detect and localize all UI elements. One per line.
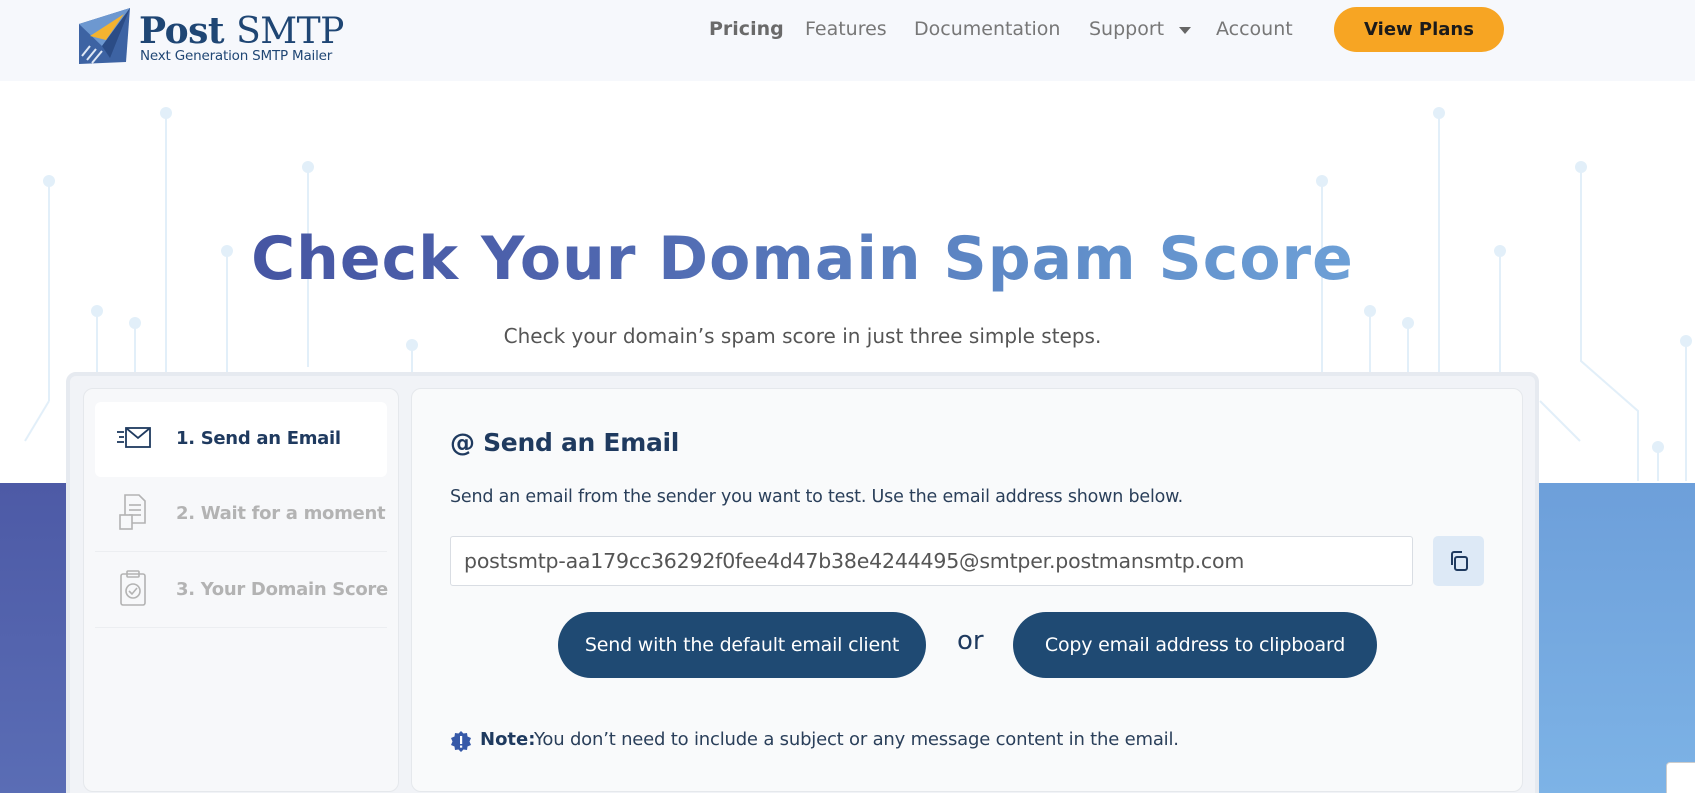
note-text: You don’t need to include a subject or a… (534, 729, 1179, 750)
site-header: Post SMTP Next Generation SMTP Mailer Pr… (0, 0, 1695, 81)
step-send-email[interactable]: 1. Send an Email (95, 402, 387, 477)
send-email-icon (117, 427, 151, 448)
post-smtp-logo[interactable]: Post SMTP Next Generation SMTP Mailer (76, 6, 344, 66)
view-plans-button[interactable]: View Plans (1334, 7, 1504, 52)
copy-email-address-button[interactable]: Copy email address to clipboard (1013, 612, 1377, 678)
step-label: 2. Wait for a moment (176, 503, 386, 524)
step-label: 3. Your Domain Score (176, 579, 388, 600)
floating-widget-button[interactable] (1666, 762, 1695, 793)
nav-support-link[interactable]: Support (1089, 18, 1164, 42)
exclamation-badge-icon (451, 731, 471, 752)
logo-title: Post SMTP (139, 10, 344, 52)
logo-subtitle: Next Generation SMTP Mailer (140, 48, 333, 64)
clipboard-check-icon (120, 570, 146, 606)
gradient-band-right (1539, 483, 1695, 793)
steps-sidebar: 1. Send an Email 2. Wait for a moment 3.… (83, 388, 399, 792)
page-subtitle: Check your domain’s spam score in just t… (503, 324, 1102, 348)
panel-description: Send an email from the sender you want t… (450, 487, 1184, 507)
copy-icon (1450, 551, 1468, 571)
nav-account-link[interactable]: Account (1216, 18, 1293, 42)
test-email-address-field[interactable]: postsmtp-aa179cc36292f0fee4d47b38e424449… (450, 536, 1413, 586)
note-label: Note: (480, 729, 536, 750)
send-email-panel: @ Send an Email Send an email from the s… (411, 388, 1523, 792)
send-with-email-client-button[interactable]: Send with the default email client (558, 612, 926, 678)
document-wait-icon (119, 494, 146, 530)
copy-icon-button[interactable] (1433, 536, 1484, 586)
panel-title: @ Send an Email (450, 428, 680, 457)
or-separator: or (957, 626, 984, 656)
gradient-band-left (0, 483, 66, 793)
step-wait[interactable]: 2. Wait for a moment (95, 477, 387, 552)
paper-plane-logo-icon (79, 8, 130, 64)
step-label: 1. Send an Email (176, 428, 341, 449)
chevron-down-icon[interactable] (1179, 27, 1191, 34)
nav-pricing-link[interactable]: Pricing (709, 18, 784, 42)
nav-features-link[interactable]: Features (805, 18, 887, 42)
step-domain-score[interactable]: 3. Your Domain Score (95, 553, 388, 628)
nav-documentation-link[interactable]: Documentation (914, 18, 1060, 42)
page-title: Check Your Domain Spam Score (0, 224, 1605, 294)
